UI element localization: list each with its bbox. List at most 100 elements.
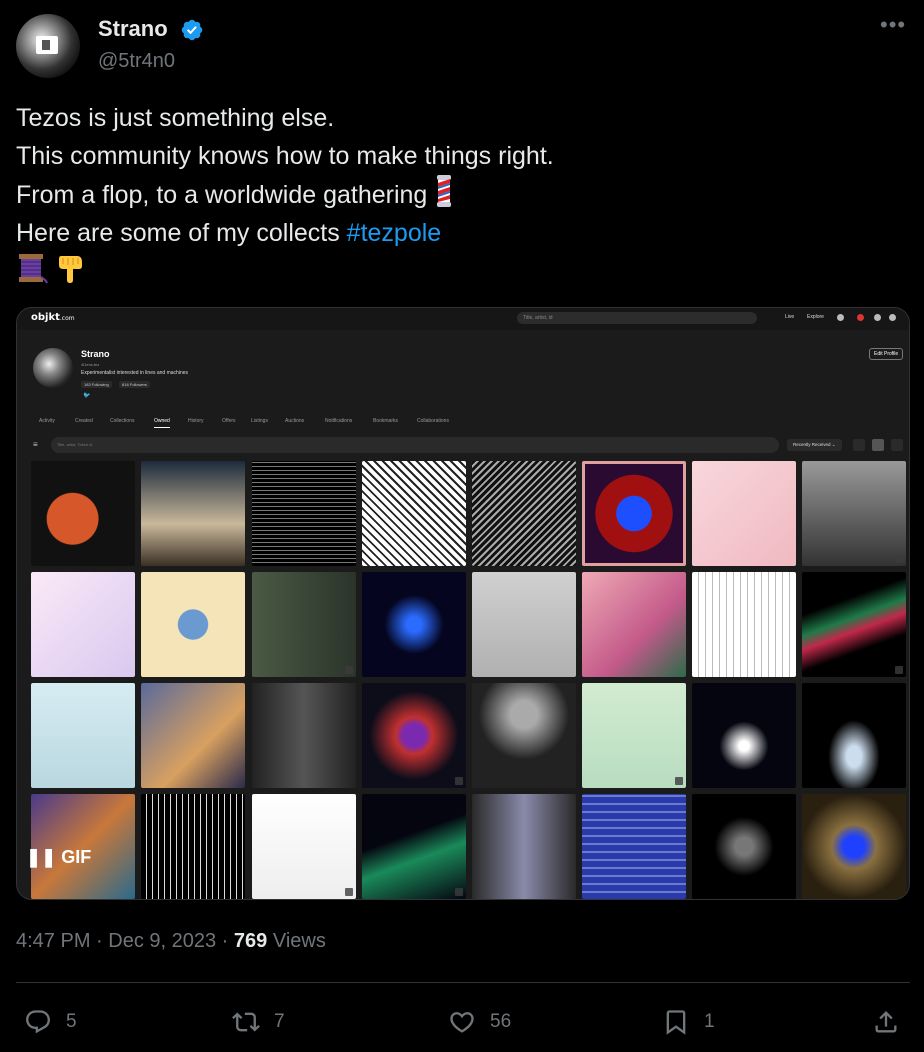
- site-nav-icon: [837, 314, 844, 321]
- author-handle[interactable]: @5tr4n0: [98, 50, 175, 73]
- artwork-thumbnail: [692, 794, 796, 899]
- profile-tab-bookmarks: Bookmarks: [373, 418, 399, 424]
- tweet-line-4: Here are some of my collects: [16, 218, 347, 247]
- repost-button[interactable]: 7: [232, 1004, 285, 1040]
- filter-icon: ≡: [33, 440, 38, 449]
- play-badge-icon: [895, 666, 903, 674]
- site-search-input: Title, artist, id: [517, 312, 757, 324]
- views-count: 769: [233, 930, 268, 952]
- artwork-thumbnail: [141, 794, 245, 899]
- bookmark-button[interactable]: 1: [662, 1004, 715, 1040]
- hashtag-link[interactable]: #tezpole: [347, 219, 442, 247]
- twitter-bird-icon: 🐦: [83, 393, 91, 399]
- like-button[interactable]: 56: [448, 1004, 511, 1040]
- gif-label: GIF: [61, 847, 92, 867]
- profile-sub: 4l1ens.tez: [81, 362, 100, 367]
- site-topbar: [17, 308, 909, 330]
- verified-badge-icon: [181, 19, 203, 41]
- owned-filter-input: Title, artist, Token id: [51, 437, 779, 453]
- artwork-thumbnail: [472, 461, 576, 566]
- artwork-thumbnail: [362, 572, 466, 677]
- profile-following: 183 Following: [81, 381, 112, 388]
- author-avatar[interactable]: [16, 14, 80, 78]
- site-wallet-icon: [874, 314, 881, 321]
- bookmark-count: 1: [704, 1011, 715, 1032]
- profile-tab-collections: Collections: [110, 418, 135, 424]
- tweet-line-3-wrap: From a flop, to a worldwide gathering: [16, 175, 906, 215]
- artwork-thumbnail: [692, 683, 796, 788]
- artwork-thumbnail: [252, 683, 356, 788]
- view-toggle-list-icon: [853, 439, 865, 451]
- author-name[interactable]: Strano: [98, 16, 168, 42]
- artwork-thumbnail: [802, 461, 906, 566]
- like-count: 56: [490, 1011, 512, 1032]
- edit-profile-button: Edit Profile: [869, 348, 904, 360]
- profile-tab-history: History: [188, 418, 204, 424]
- gif-badge[interactable]: ❚❚ GIF: [26, 847, 91, 868]
- share-icon: [875, 1011, 897, 1033]
- reply-icon: [26, 1010, 50, 1034]
- profile-avatar: [33, 348, 73, 388]
- pause-icon[interactable]: ❚❚: [26, 847, 56, 867]
- tweet-time[interactable]: 4:47 PM: [16, 930, 90, 952]
- tweet-date[interactable]: Dec 9, 2023: [108, 930, 216, 952]
- tweet-media-gif[interactable]: objkt.com Title, artist, id Live Explore…: [16, 307, 910, 900]
- profile-tab-activity: Activity: [39, 418, 55, 424]
- tweet-line-3: From a flop, to a worldwide gathering: [16, 181, 428, 210]
- tweet-timestamp[interactable]: 4:47 PM · Dec 9, 2023 · 769 Views: [16, 930, 326, 953]
- artwork-thumbnail: [141, 683, 245, 788]
- artwork-thumbnail: [31, 683, 135, 788]
- site-nav-live: Live: [785, 314, 795, 320]
- thread-spool-icon: [19, 254, 48, 284]
- artwork-thumbnail: [252, 572, 356, 677]
- view-toggle-grid-icon: [872, 439, 884, 451]
- artwork-thumbnail: [582, 683, 686, 788]
- artwork-thumbnail: [141, 572, 245, 677]
- tweet-line-4-wrap: Here are some of my collects #tezpole: [16, 215, 906, 253]
- play-badge-icon: [345, 666, 353, 674]
- heart-icon: [450, 1012, 474, 1033]
- profile-tab-listings: Listings: [251, 418, 268, 424]
- artwork-thumbnail: [472, 794, 576, 899]
- profile-tab-offers: Offers: [222, 418, 236, 424]
- tweet-line-1: Tezos is just something else.: [16, 104, 335, 132]
- site-logo: objkt.com: [31, 312, 75, 323]
- barber-pole-icon: [437, 175, 452, 208]
- divider: [16, 982, 910, 983]
- artwork-thumbnail: [802, 572, 906, 677]
- play-badge-icon: [455, 777, 463, 785]
- profile-name: Strano: [81, 349, 110, 359]
- artwork-thumbnail: [252, 461, 356, 566]
- artwork-thumbnail: [31, 461, 135, 566]
- profile-tab-owned: Owned: [154, 418, 170, 428]
- profile-tab-collaborations: Collaborations: [417, 418, 449, 424]
- profile-followers: 818 Followers: [119, 381, 150, 388]
- more-options-icon[interactable]: •••: [880, 12, 906, 38]
- tweet-text: Tezos is just something else. This commu…: [16, 100, 906, 292]
- artwork-thumbnail: [582, 461, 686, 566]
- artwork-thumbnail: [582, 572, 686, 677]
- artwork-thumbnail: [582, 794, 686, 899]
- artwork-thumbnail: [31, 572, 135, 677]
- pointing-down-icon: [58, 256, 82, 284]
- site-nav-explore: Explore: [807, 314, 824, 320]
- reply-button[interactable]: 5: [24, 1004, 77, 1040]
- views-label: Views: [272, 930, 326, 952]
- artwork-thumbnail: [141, 461, 245, 566]
- site-menu-icon: [889, 314, 896, 321]
- tweet-line-2: This community knows how to make things …: [16, 141, 554, 170]
- artwork-thumbnail: [252, 794, 356, 899]
- play-badge-icon: [895, 555, 903, 563]
- share-button[interactable]: [872, 1004, 900, 1040]
- artwork-thumbnail: [362, 794, 466, 899]
- play-badge-icon: [675, 777, 683, 785]
- sort-select: Recently Received ⌄: [787, 439, 842, 451]
- profile-bio: Experimentalist interested in lines and …: [81, 370, 188, 376]
- profile-tab-created: Created: [75, 418, 93, 424]
- artwork-thumbnail: [472, 683, 576, 788]
- view-toggle-large-icon: [891, 439, 903, 451]
- artwork-thumbnail: [802, 683, 906, 788]
- artwork-thumbnail: [362, 683, 466, 788]
- repost-count: 7: [274, 1011, 285, 1032]
- artwork-thumbnail: [362, 461, 466, 566]
